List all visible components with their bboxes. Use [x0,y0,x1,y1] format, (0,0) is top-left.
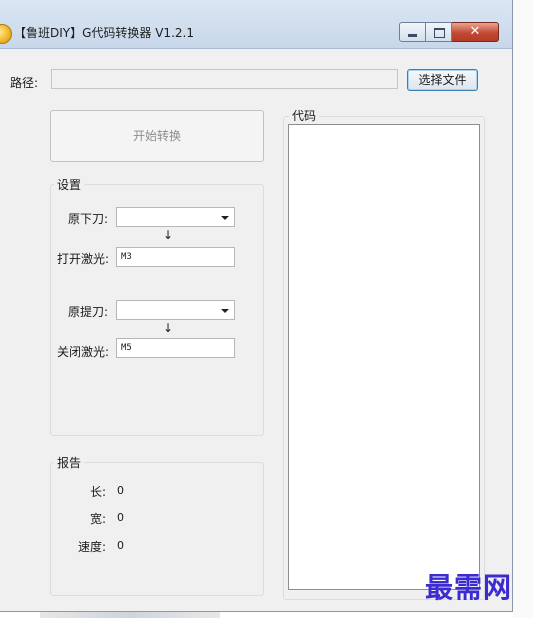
original-up-select[interactable] [116,300,235,320]
original-down-select[interactable] [116,207,235,227]
minimize-button[interactable] [399,22,426,42]
desktop-background [513,0,533,618]
report-group [50,462,264,596]
original-up-label: 原提刀: [68,305,109,319]
code-textarea[interactable] [288,124,480,590]
choose-file-button[interactable]: 选择文件 [407,69,478,91]
path-input[interactable] [51,69,398,89]
length-value: 0 [117,484,124,497]
window-title: 【鲁班DIY】G代码转换器 V1.2.1 [14,26,194,40]
report-group-label: 报告 [54,454,85,471]
main-window: 【鲁班DIY】G代码转换器 V1.2.1 ✕ 路径: 选择文件 开始转换 设置 … [0,0,513,612]
taskbar-strip [40,612,220,618]
width-label: 宽: [90,512,107,526]
maximize-icon [434,28,445,38]
speed-label: 速度: [78,540,107,554]
laser-on-input[interactable]: M3 [116,247,235,267]
app-icon [0,24,12,44]
down-arrow-icon: ↓ [163,228,174,242]
start-convert-button[interactable]: 开始转换 [50,110,264,162]
maximize-button[interactable] [426,22,452,42]
code-group-label: 代码 [289,107,320,124]
laser-off-input[interactable]: M5 [116,338,235,358]
down-arrow-icon: ↓ [163,321,174,335]
speed-value: 0 [117,539,124,552]
title-bar[interactable]: 【鲁班DIY】G代码转换器 V1.2.1 ✕ [0,0,512,49]
close-icon: ✕ [469,24,481,39]
watermark-text: 最需网 [425,571,513,604]
laser-off-label: 关闭激光: [57,345,110,359]
original-down-label: 原下刀: [68,212,109,226]
minimize-icon [408,34,417,37]
chevron-down-icon [221,216,229,220]
laser-on-label: 打开激光: [57,252,110,266]
width-value: 0 [117,511,124,524]
settings-group-label: 设置 [54,176,85,193]
path-label: 路径: [10,76,39,90]
chevron-down-icon [221,309,229,313]
close-button[interactable]: ✕ [452,22,499,42]
length-label: 长: [90,485,107,499]
